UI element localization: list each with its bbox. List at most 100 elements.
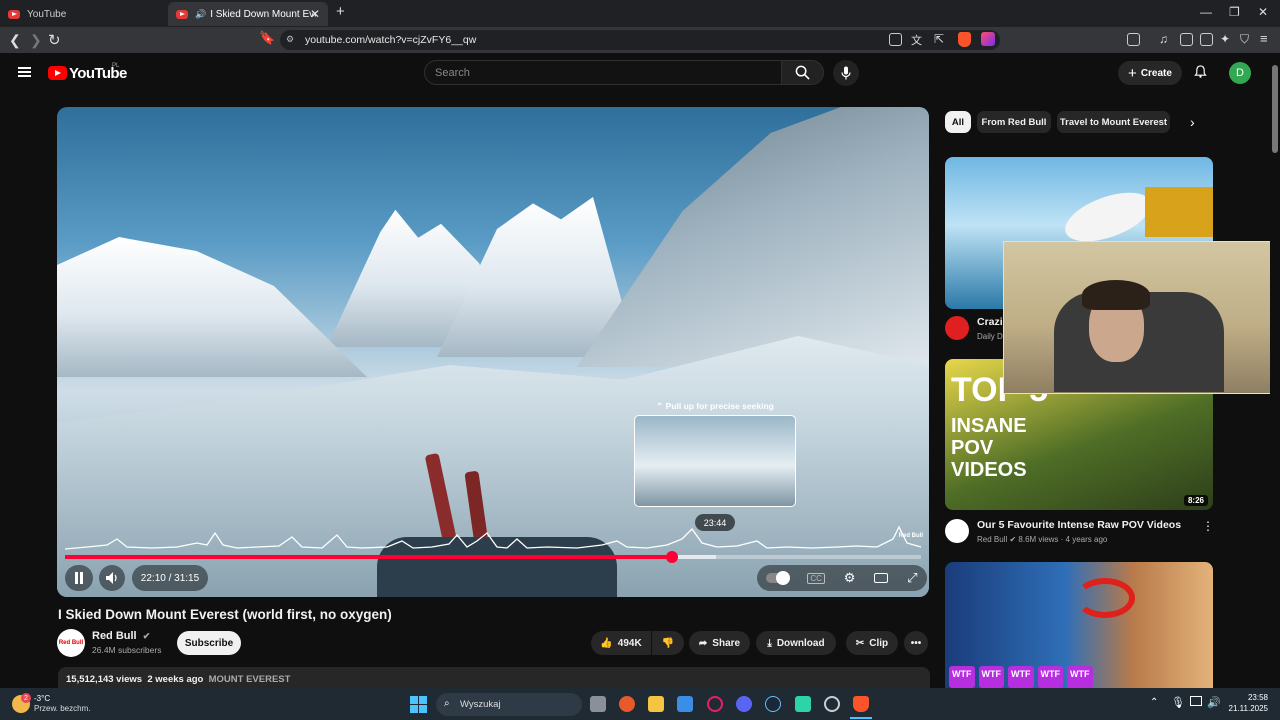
scrollbar-thumb[interactable] (1272, 65, 1278, 153)
close-tab-icon[interactable]: ✕ (310, 7, 320, 21)
browser-toolbar: ❮ ❯ ↻ 🔖 youtube.com/watch?v=cjZvFY6__qw … (0, 27, 1280, 53)
channel-name-text: Red Bull (92, 630, 137, 642)
channel-avatar[interactable]: Red Bull (57, 629, 85, 657)
autoplay-toggle[interactable] (766, 571, 791, 585)
start-button[interactable] (410, 696, 427, 713)
taskbar-search[interactable]: ⌕ Wyszukaj (436, 693, 582, 716)
more-vertical-icon[interactable]: ⋮ (1202, 519, 1214, 533)
media-icon[interactable]: ♫ (1159, 32, 1168, 46)
more-actions-button[interactable]: ••• (904, 631, 928, 655)
store-icon[interactable] (677, 696, 693, 712)
cast-icon[interactable] (889, 33, 902, 46)
recommended-title[interactable]: Our 5 Favourite Intense Raw POV Videos (977, 519, 1192, 531)
time-label: 22:10 / 31:15 (140, 572, 200, 584)
search-input[interactable]: Search (424, 60, 782, 85)
opera-gx-icon[interactable] (707, 696, 723, 712)
obs-icon[interactable] (824, 696, 840, 712)
recommended-channel: Red Bull ✔ 8.6M views · 4 years ago (977, 535, 1107, 544)
thumbnail-arrow (1075, 578, 1135, 618)
description-box[interactable]: 15,512,143 views 2 weeks ago MOUNT EVERE… (58, 667, 930, 689)
channel-avatar[interactable] (945, 316, 969, 340)
microphone-icon[interactable]: 🎙 (1171, 696, 1185, 709)
chip-all[interactable]: All (945, 111, 971, 133)
brave-rewards-icon[interactable] (981, 32, 995, 46)
seek-hint: ⌃ Pull up for precise seeking (634, 401, 796, 412)
clip-label: Clip (869, 637, 889, 649)
chevron-up-icon[interactable]: ⌃ (1150, 697, 1158, 708)
tab-youtube[interactable]: YouTube (0, 2, 166, 26)
search-button[interactable] (781, 60, 824, 85)
thumbnail-text: INSANE POV VIDEOS (951, 415, 1051, 481)
app-icon[interactable] (795, 696, 811, 712)
site-info-icon[interactable]: ⚙ (286, 34, 294, 45)
tab-search-icon[interactable] (1127, 33, 1140, 46)
subtitles-icon[interactable]: CC (807, 572, 825, 584)
pause-button[interactable] (65, 565, 93, 591)
youtube-favicon-icon (176, 9, 188, 19)
minimize-icon[interactable]: — (1200, 5, 1212, 19)
youtube-logo-icon[interactable] (48, 66, 67, 80)
dislike-button[interactable]: 👎 (652, 631, 684, 655)
forward-icon[interactable]: ❯ (30, 32, 42, 49)
more-horizontal-icon: ••• (910, 637, 922, 649)
vpn-icon[interactable]: ⛉ (1240, 32, 1249, 47)
download-button[interactable]: ⤓ Download (756, 631, 836, 655)
create-button[interactable]: + Create (1118, 61, 1182, 85)
voice-search-button[interactable] (833, 60, 859, 86)
video-duration: 8:26 (1183, 495, 1208, 506)
share-icon[interactable]: ⇱ (934, 32, 944, 46)
like-button[interactable]: 👍 494K (591, 631, 651, 655)
audio-waveform (64, 525, 922, 550)
wallet-icon[interactable] (1200, 33, 1213, 46)
fullscreen-icon[interactable]: ⤢ (907, 570, 917, 586)
weather-description[interactable]: Przew. bezchm. (34, 704, 90, 713)
network-icon[interactable] (1190, 696, 1202, 706)
account-avatar[interactable]: D (1229, 62, 1251, 84)
share-button[interactable]: ➦ Share (689, 631, 750, 655)
weather-temperature[interactable]: -3°C (34, 694, 50, 703)
menu-icon[interactable]: ≡ (1260, 31, 1268, 46)
brave-icon[interactable] (853, 696, 869, 712)
translate-icon[interactable]: 文 (911, 32, 922, 48)
chip-travel-to-mount-everest[interactable]: Travel to Mount Everest (1057, 111, 1170, 133)
new-tab-icon[interactable]: + (336, 3, 345, 20)
chip-from-red-bull[interactable]: From Red Bull (977, 111, 1051, 133)
verified-icon: ✔ (142, 631, 151, 641)
taskbar: 2 -3°C Przew. bezchm. ⌕ Wyszukaj ⌃ 🎙 🔊 2… (0, 688, 1280, 720)
leo-ai-icon[interactable]: ✦ (1220, 32, 1230, 46)
recommended-channel-name: Red Bull (977, 535, 1008, 544)
app-icon[interactable] (619, 696, 635, 712)
discord-icon[interactable] (736, 696, 752, 712)
progress-scrubber[interactable] (665, 551, 678, 563)
thumbnail-badge: WTF (978, 666, 1004, 688)
reload-icon[interactable]: ↻ (48, 31, 61, 49)
chevron-right-icon[interactable]: › (1190, 114, 1195, 130)
sidebar-toggle-icon[interactable] (1180, 33, 1193, 46)
channel-avatar[interactable] (945, 519, 969, 543)
bookmark-icon[interactable]: 🔖 (259, 30, 275, 46)
task-view-icon[interactable] (590, 696, 606, 712)
back-icon[interactable]: ❮ (9, 32, 21, 49)
volume-button[interactable] (99, 565, 125, 591)
clock-time[interactable]: 23:58 (1228, 693, 1268, 702)
time-display: 22:10 / 31:15 (132, 565, 208, 591)
clock-date[interactable]: 21.11.2025 (1218, 704, 1268, 713)
hashtag-link[interactable]: MOUNT EVEREST (209, 674, 291, 685)
settings-icon[interactable]: ⚙ (844, 570, 856, 586)
steam-icon[interactable] (765, 696, 781, 712)
close-window-icon[interactable]: ✕ (1258, 5, 1268, 19)
file-explorer-icon[interactable] (648, 696, 664, 712)
video-player[interactable]: Red Bull ⌃ Pull up for precise seeking 2… (57, 107, 929, 597)
search-placeholder: Search (435, 66, 470, 79)
theater-mode-icon[interactable] (874, 573, 889, 583)
guide-menu-icon[interactable] (18, 67, 31, 77)
restore-icon[interactable]: ❐ (1229, 5, 1240, 19)
brave-shield-icon[interactable] (958, 32, 971, 47)
subscribe-button[interactable]: Subscribe (177, 631, 241, 655)
recommended-thumbnail[interactable]: WTF WTF WTF WTF WTF (945, 562, 1213, 688)
channel-name[interactable]: Red Bull ✔ (92, 630, 150, 642)
tab-video[interactable]: 🔊 I Skied Down Mount Everest ( ✕ (168, 2, 328, 26)
notifications-icon[interactable] (1194, 65, 1207, 78)
download-label: Download (776, 637, 825, 649)
clip-button[interactable]: ✂ Clip (846, 631, 898, 655)
